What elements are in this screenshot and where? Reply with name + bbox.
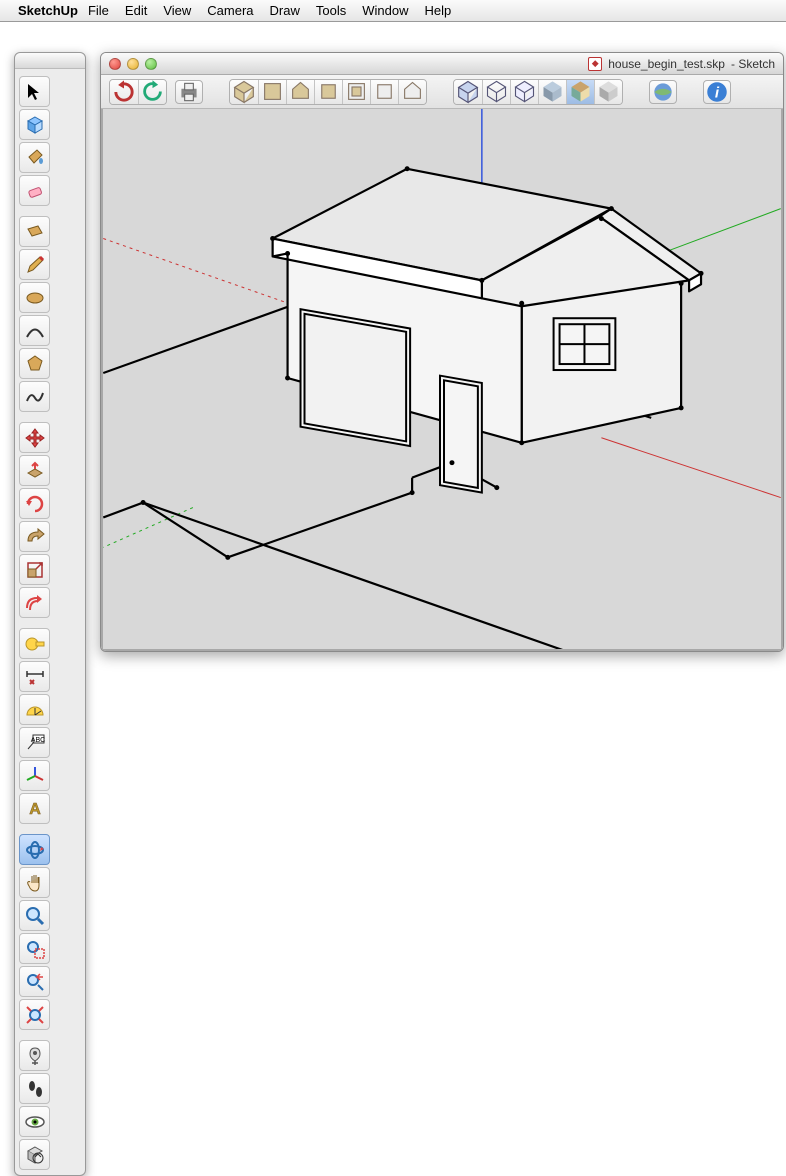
scale-tool[interactable] <box>19 554 50 585</box>
view-back-button[interactable] <box>342 80 370 104</box>
zoom-extents-tool[interactable] <box>19 999 50 1030</box>
position-camera-tool[interactable] <box>19 1040 50 1071</box>
component-tool[interactable] <box>19 109 50 140</box>
get-models-button[interactable] <box>649 80 677 104</box>
style-xray-button[interactable] <box>454 80 482 104</box>
pan-tool[interactable] <box>19 867 50 898</box>
menu-window[interactable]: Window <box>362 3 408 18</box>
paint-bucket-tool[interactable] <box>19 142 50 173</box>
face-styles-group <box>453 79 623 105</box>
menu-camera[interactable]: Camera <box>207 3 253 18</box>
style-monochrome-button[interactable] <box>594 80 622 104</box>
previous-tool[interactable] <box>19 966 50 997</box>
offset-tool[interactable] <box>19 587 50 618</box>
section-tool[interactable] <box>19 1139 50 1170</box>
eraser-tool[interactable] <box>19 175 50 206</box>
3d-text-tool[interactable]: A <box>19 793 50 824</box>
menu-view[interactable]: View <box>163 3 191 18</box>
menu-tools[interactable]: Tools <box>316 3 346 18</box>
mac-menubar: SketchUp File Edit View Camera Draw Tool… <box>0 0 786 22</box>
minimize-button[interactable] <box>127 58 139 70</box>
freehand-tool[interactable] <box>19 381 50 412</box>
model-viewport[interactable] <box>101 109 783 651</box>
menu-draw[interactable]: Draw <box>270 3 300 18</box>
zoom-window-tool[interactable] <box>19 933 50 964</box>
view-top-button[interactable] <box>258 80 286 104</box>
line-tool[interactable] <box>19 249 50 280</box>
arc-tool[interactable] <box>19 315 50 346</box>
model-info-button[interactable]: i <box>703 80 731 104</box>
print-button[interactable] <box>175 80 203 104</box>
menu-file[interactable]: File <box>88 3 109 18</box>
push-pull-tool[interactable] <box>19 455 50 486</box>
document-title-suffix: - Sketch <box>731 57 775 71</box>
text-tool[interactable]: ABC <box>19 727 50 758</box>
menu-help[interactable]: Help <box>424 3 451 18</box>
look-tool[interactable] <box>19 1106 50 1137</box>
undo-button[interactable] <box>110 80 138 104</box>
window-titlebar[interactable]: ◆ house_begin_test.skp - Sketch <box>101 53 783 75</box>
document-toolbar: i <box>101 75 783 109</box>
palette-titlebar[interactable] <box>15 53 85 69</box>
standard-views-group <box>229 79 427 105</box>
app-name[interactable]: SketchUp <box>18 3 78 18</box>
close-button[interactable] <box>109 58 121 70</box>
protractor-tool[interactable] <box>19 694 50 725</box>
tool-palette: ABC A <box>14 52 86 1176</box>
select-tool[interactable] <box>19 76 50 107</box>
view-left-button[interactable] <box>370 80 398 104</box>
view-iso-button[interactable] <box>230 80 258 104</box>
document-filename: house_begin_test.skp <box>608 57 725 71</box>
view-right-button[interactable] <box>314 80 342 104</box>
orbit-tool[interactable] <box>19 834 50 865</box>
svg-text:A: A <box>29 801 41 818</box>
menu-edit[interactable]: Edit <box>125 3 147 18</box>
walk-tool[interactable] <box>19 1073 50 1104</box>
dimension-tool[interactable] <box>19 661 50 692</box>
document-icon: ◆ <box>588 57 602 71</box>
move-tool[interactable] <box>19 422 50 453</box>
follow-me-tool[interactable] <box>19 521 50 552</box>
document-window: ◆ house_begin_test.skp - Sketch <box>100 52 784 652</box>
tape-tool[interactable] <box>19 628 50 659</box>
circle-tool[interactable] <box>19 282 50 313</box>
view-front-button[interactable] <box>286 80 314 104</box>
rotate-tool[interactable] <box>19 488 50 519</box>
style-hidden-button[interactable] <box>510 80 538 104</box>
polygon-tool[interactable] <box>19 348 50 379</box>
axes-tool[interactable] <box>19 760 50 791</box>
style-shaded-textures-button[interactable] <box>566 80 594 104</box>
zoom-button[interactable] <box>145 58 157 70</box>
style-wireframe-button[interactable] <box>482 80 510 104</box>
style-shaded-button[interactable] <box>538 80 566 104</box>
rectangle-tool[interactable] <box>19 216 50 247</box>
redo-button[interactable] <box>138 80 166 104</box>
zoom-tool[interactable] <box>19 900 50 931</box>
view-iso2-button[interactable] <box>398 80 426 104</box>
